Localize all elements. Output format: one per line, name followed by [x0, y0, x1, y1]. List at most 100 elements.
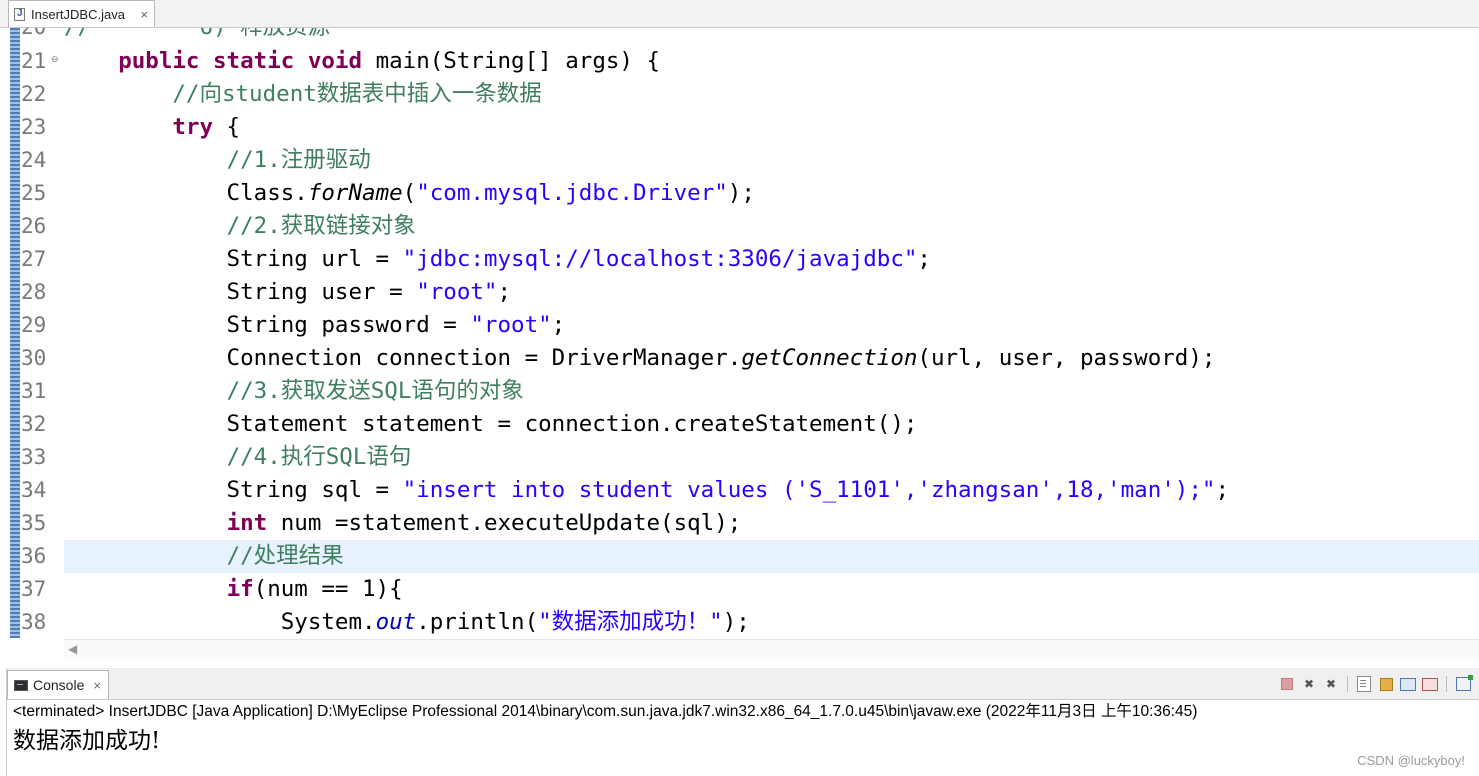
- code-token: //3.获取发送SQL语句的对象: [226, 378, 524, 404]
- line-number: 24: [21, 148, 47, 172]
- toolbar-separator: [1446, 676, 1447, 692]
- code-token: Connection connection = DriverManager.: [64, 345, 742, 371]
- console-tab[interactable]: Console ×: [7, 670, 109, 699]
- code-token: Class.: [64, 180, 308, 206]
- code-token: (: [402, 180, 417, 206]
- code-token: forName: [307, 180, 403, 206]
- code-token: (num == 1){: [253, 576, 403, 602]
- clear-console-icon[interactable]: [1355, 675, 1373, 693]
- code-text: //向student数据表中插入一条数据: [64, 78, 542, 111]
- code-token: num =statement.executeUpdate(sql);: [267, 510, 742, 536]
- code-token: static: [213, 48, 295, 74]
- fold-collapse-icon[interactable]: ⊖: [51, 54, 59, 65]
- line-number: 20: [21, 28, 53, 44]
- close-icon[interactable]: ×: [93, 678, 101, 693]
- code-text: System.out.println("数据添加成功！");: [64, 606, 750, 638]
- code-line: 33 //4.执行SQL语句: [0, 441, 1479, 474]
- code-token: );: [727, 180, 755, 206]
- scroll-lock-icon[interactable]: [1377, 675, 1395, 693]
- code-token: );: [722, 609, 750, 635]
- code-line: 22 //向student数据表中插入一条数据: [0, 78, 1479, 111]
- java-file-icon: [14, 7, 25, 21]
- line-number: 22: [21, 82, 47, 106]
- line-number: 23: [21, 115, 47, 139]
- editor-horizontal-scrollbar[interactable]: ◀: [64, 639, 1479, 660]
- editor-tab-label: InsertJDBC.java: [31, 6, 125, 22]
- line-number: 25: [21, 181, 47, 205]
- code-token: //2.获取链接对象: [226, 213, 416, 239]
- code-token: main(String[] args) {: [362, 48, 661, 74]
- code-line: 31 //3.获取发送SQL语句的对象: [0, 375, 1479, 408]
- code-text: String user = "root";: [64, 276, 511, 309]
- code-line: 25 Class.forName("com.mysql.jdbc.Driver"…: [0, 177, 1479, 210]
- terminate-icon[interactable]: [1278, 675, 1296, 693]
- code-line: 35 int num =statement.executeUpdate(sql)…: [0, 507, 1479, 540]
- code-line: 30 Connection connection = DriverManager…: [0, 342, 1479, 375]
- code-token: String password =: [64, 312, 471, 338]
- code-text: public static void main(String[] args) {: [64, 45, 660, 78]
- line-number: 28: [21, 280, 47, 304]
- code-token: "jdbc:mysql://localhost:3306/javajdbc": [402, 246, 918, 272]
- code-token: if: [226, 576, 254, 602]
- code-text: int num =statement.executeUpdate(sql);: [64, 507, 742, 540]
- close-icon[interactable]: ×: [140, 7, 148, 22]
- line-number: 32: [21, 412, 47, 436]
- code-token: "root": [416, 279, 498, 305]
- code-line: 38 System.out.println("数据添加成功！");: [0, 606, 1479, 638]
- code-line: 34 String sql = "insert into student val…: [0, 474, 1479, 507]
- code-text: //2.获取链接对象: [64, 210, 416, 243]
- code-text: if(num == 1){: [64, 573, 403, 606]
- code-token: {: [213, 114, 241, 140]
- code-text: Statement statement = connection.createS…: [64, 408, 918, 441]
- code-editor[interactable]: 20 // 6) 释放资源 21 ⊖ public static void mai…: [0, 28, 1479, 638]
- code-text: try {: [64, 111, 240, 144]
- code-text: Connection connection = DriverManager.ge…: [64, 342, 1216, 375]
- line-number: 26: [21, 214, 47, 238]
- console-tab-label: Console: [33, 677, 85, 693]
- code-line: 23 try {: [0, 111, 1479, 144]
- code-text: String url = "jdbc:mysql://localhost:330…: [64, 243, 931, 276]
- toolbar-separator: [1347, 676, 1348, 692]
- code-token: //处理结果: [226, 543, 344, 569]
- line-number: 33: [21, 445, 47, 469]
- scroll-left-icon[interactable]: ◀: [68, 642, 77, 656]
- editor-tab-insertjdbc[interactable]: InsertJDBC.java ×: [8, 0, 155, 27]
- code-text: //处理结果: [64, 540, 344, 573]
- editor-tab-bar: InsertJDBC.java ×: [0, 0, 1479, 28]
- code-text: String password = "root";: [64, 309, 566, 342]
- remove-all-terminated-icon[interactable]: ✖: [1322, 675, 1340, 693]
- code-line-current: 36 //处理结果: [0, 540, 1479, 573]
- console-output[interactable]: 数据添加成功!: [13, 724, 160, 758]
- code-token: //向student数据表中插入一条数据: [172, 81, 542, 107]
- code-token: ;: [551, 312, 566, 338]
- code-line-partial: 20 // 6) 释放资源: [0, 28, 1479, 44]
- code-token: (url, user, password);: [917, 345, 1216, 371]
- line-number: 27: [21, 247, 47, 271]
- line-number: 38: [21, 610, 47, 634]
- open-console-icon[interactable]: [1454, 675, 1473, 693]
- code-token: Statement statement = connection.createS…: [64, 411, 918, 437]
- console-view: Console × ✖ ✖ <terminated> InsertJDBC [J…: [6, 668, 1479, 776]
- code-token: .println(: [416, 609, 539, 635]
- code-token: getConnection: [741, 345, 918, 371]
- code-line: 32 Statement statement = connection.crea…: [0, 408, 1479, 441]
- pin-console-icon[interactable]: [1399, 675, 1417, 693]
- code-text: String sql = "insert into student values…: [64, 474, 1229, 507]
- display-selected-console-icon[interactable]: [1421, 675, 1439, 693]
- line-number: 37: [21, 577, 47, 601]
- code-line: 27 String url = "jdbc:mysql://localhost:…: [0, 243, 1479, 276]
- remove-launch-icon[interactable]: ✖: [1300, 675, 1318, 693]
- code-line: 37 if(num == 1){: [0, 573, 1479, 606]
- code-text: //3.获取发送SQL语句的对象: [64, 375, 524, 408]
- line-number: 30: [21, 346, 47, 370]
- console-status: <terminated> InsertJDBC [Java Applicatio…: [13, 703, 1198, 720]
- code-token: //1.注册驱动: [226, 147, 371, 173]
